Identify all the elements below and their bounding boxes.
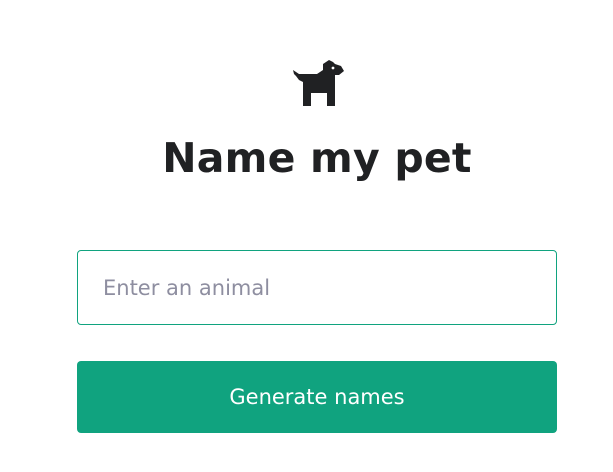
- generate-names-button[interactable]: Generate names: [77, 361, 557, 433]
- dog-icon: [293, 60, 344, 106]
- page-title: Name my pet: [162, 134, 472, 182]
- pet-name-generator: Name my pet Generate names: [0, 0, 613, 472]
- animal-input[interactable]: [77, 250, 557, 325]
